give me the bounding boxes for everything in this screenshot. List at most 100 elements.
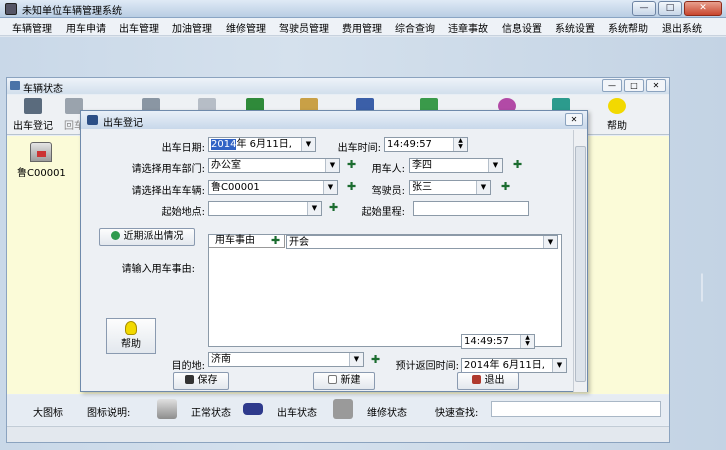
- destination-value: 济南: [211, 354, 231, 365]
- exit-label: 退出: [484, 375, 505, 386]
- menu-apply[interactable]: 用车申请: [66, 20, 106, 35]
- start-place-select[interactable]: ▼: [208, 201, 322, 216]
- vehicle-status-titlebar: 车辆状态 — □ ✕: [7, 78, 669, 95]
- dept-label: 请选择用车部门:: [131, 164, 205, 175]
- car-icon: [243, 403, 263, 415]
- save-label: 保存: [197, 375, 218, 386]
- spin-arrows-icon[interactable]: ▲ ▼: [520, 335, 534, 348]
- chevron-down-icon[interactable]: ▼: [552, 359, 566, 372]
- add-vehicle-icon[interactable]: ✚: [347, 180, 356, 193]
- return-time-value: 14:49:57: [464, 336, 509, 347]
- child-maximize-button[interactable]: □: [624, 79, 644, 92]
- globe-icon: [110, 231, 120, 240]
- view-mode-label[interactable]: 大图标: [33, 404, 63, 419]
- out-time-value: 14:49:57: [387, 139, 432, 150]
- menu-info[interactable]: 信息设置: [502, 20, 542, 35]
- spin-arrows-icon[interactable]: ▲ ▼: [453, 138, 467, 151]
- new-button[interactable]: 新建: [313, 372, 375, 390]
- menu-settings[interactable]: 系统设置: [555, 20, 595, 35]
- menu-bar: 车辆管理 用车申请 出车管理 加油管理 维修管理 驾驶员管理 费用管理 综合查询…: [0, 18, 726, 36]
- destination-select[interactable]: 济南 ▼: [208, 352, 364, 367]
- menu-exit[interactable]: 退出系统: [662, 20, 702, 35]
- chevron-down-icon[interactable]: ▼: [476, 181, 490, 194]
- menu-driver[interactable]: 驾驶员管理: [279, 20, 329, 35]
- driver-label: 驾驶员:: [371, 186, 405, 197]
- app-title: 未知单位车辆管理系统: [22, 6, 122, 17]
- user-label: 用车人:: [371, 164, 405, 175]
- recent-dispatch-button[interactable]: 近期派出情况: [99, 228, 195, 246]
- dispatch-icon: [24, 98, 42, 114]
- horizontal-scrollbar[interactable]: [7, 426, 669, 442]
- menu-dispatch[interactable]: 出车管理: [119, 20, 159, 35]
- chevron-down-icon[interactable]: ▼: [543, 236, 557, 248]
- new-document-icon: [327, 375, 337, 384]
- dispatch-register-button[interactable]: 出车登记: [9, 97, 57, 133]
- maximize-button[interactable]: □: [658, 1, 682, 16]
- add-place-icon[interactable]: ✚: [329, 201, 338, 214]
- menu-fuel[interactable]: 加油管理: [172, 20, 212, 35]
- vehicle-value: 鲁C00001: [211, 182, 260, 193]
- return-time-spinner[interactable]: 14:49:57 ▲ ▼: [461, 334, 535, 349]
- driver-select[interactable]: 张三 ▼: [409, 180, 491, 195]
- vehicle-status-title: 车辆状态: [23, 84, 63, 95]
- menu-cost[interactable]: 费用管理: [342, 20, 382, 35]
- recent-dispatch-label: 近期派出情况: [123, 231, 184, 242]
- user-select[interactable]: 李四 ▼: [409, 158, 503, 173]
- destination-label: 目的地:: [171, 361, 205, 372]
- toolbar-help-button[interactable]: 帮助: [593, 97, 641, 133]
- garage-car-icon: [30, 142, 52, 162]
- dialog-help-button[interactable]: 帮助: [106, 318, 156, 354]
- dept-value: 办公室: [211, 160, 241, 171]
- exit-button[interactable]: 退出: [457, 372, 519, 390]
- vehicle-label: 鲁C00001: [17, 168, 66, 179]
- menu-help[interactable]: 系统帮助: [608, 20, 648, 35]
- return-date-value: 2014年 6月11日,: [464, 360, 545, 371]
- chevron-down-icon[interactable]: ▼: [301, 138, 315, 151]
- reason-select[interactable]: 开会 ▼: [286, 235, 558, 249]
- add-reason-icon[interactable]: ✚: [271, 234, 280, 247]
- lightbulb-icon: [608, 98, 626, 114]
- chevron-down-icon[interactable]: ▼: [488, 159, 502, 172]
- add-driver-icon[interactable]: ✚: [501, 180, 510, 193]
- out-date-picker[interactable]: 2014年 6月11日, ▼: [208, 137, 316, 152]
- out-time-spinner[interactable]: 14:49:57 ▲ ▼: [384, 137, 468, 152]
- search-input[interactable]: [491, 401, 661, 417]
- save-button[interactable]: 保存: [173, 372, 229, 390]
- reason-label: 请输入用车事由:: [121, 264, 195, 275]
- start-mileage-input[interactable]: [413, 201, 529, 216]
- dept-select[interactable]: 办公室 ▼: [208, 158, 340, 173]
- add-user-icon[interactable]: ✚: [513, 158, 522, 171]
- close-button[interactable]: ✕: [684, 1, 722, 16]
- reason-textarea[interactable]: 用车事由 ✚ 开会 ▼: [208, 234, 562, 347]
- dialog-titlebar: 出车登记 ✕: [81, 111, 587, 129]
- menu-repair[interactable]: 维修管理: [226, 20, 266, 35]
- dialog-vertical-scrollbar[interactable]: [573, 130, 587, 392]
- chevron-down-icon[interactable]: ▼: [325, 159, 339, 172]
- chevron-down-icon[interactable]: ▼: [307, 202, 321, 215]
- child-close-button[interactable]: ✕: [646, 79, 666, 92]
- background-decoration: ｜: [687, 272, 720, 305]
- repair-state-label: 维修状态: [367, 408, 407, 419]
- vehicle-item[interactable]: 鲁C00001: [17, 142, 66, 179]
- vehicle-label: 请选择出车车辆:: [131, 186, 205, 197]
- reason-value: 开会: [289, 237, 309, 248]
- return-date-picker[interactable]: 2014年 6月11日, ▼: [461, 358, 567, 373]
- child-minimize-button[interactable]: —: [602, 79, 622, 92]
- driver-value: 张三: [412, 182, 432, 193]
- minimize-button[interactable]: —: [632, 1, 656, 16]
- start-place-label: 起始地点:: [161, 207, 205, 218]
- vehicle-select[interactable]: 鲁C00001 ▼: [208, 180, 338, 195]
- chevron-down-icon[interactable]: ▼: [349, 353, 363, 366]
- out-date-label: 出车日期:: [161, 143, 205, 154]
- menu-violation[interactable]: 违章事故: [448, 20, 488, 35]
- menu-vehicle[interactable]: 车辆管理: [12, 20, 52, 35]
- add-dept-icon[interactable]: ✚: [347, 158, 356, 171]
- dialog-close-button[interactable]: ✕: [565, 113, 583, 126]
- menu-query[interactable]: 综合查询: [395, 20, 435, 35]
- add-destination-icon[interactable]: ✚: [371, 353, 380, 366]
- child-window-controls: — □ ✕: [602, 79, 666, 92]
- dialog-title: 出车登记: [103, 118, 143, 129]
- scrollbar-thumb[interactable]: [575, 146, 586, 382]
- user-value: 李四: [412, 160, 432, 171]
- chevron-down-icon[interactable]: ▼: [323, 181, 337, 194]
